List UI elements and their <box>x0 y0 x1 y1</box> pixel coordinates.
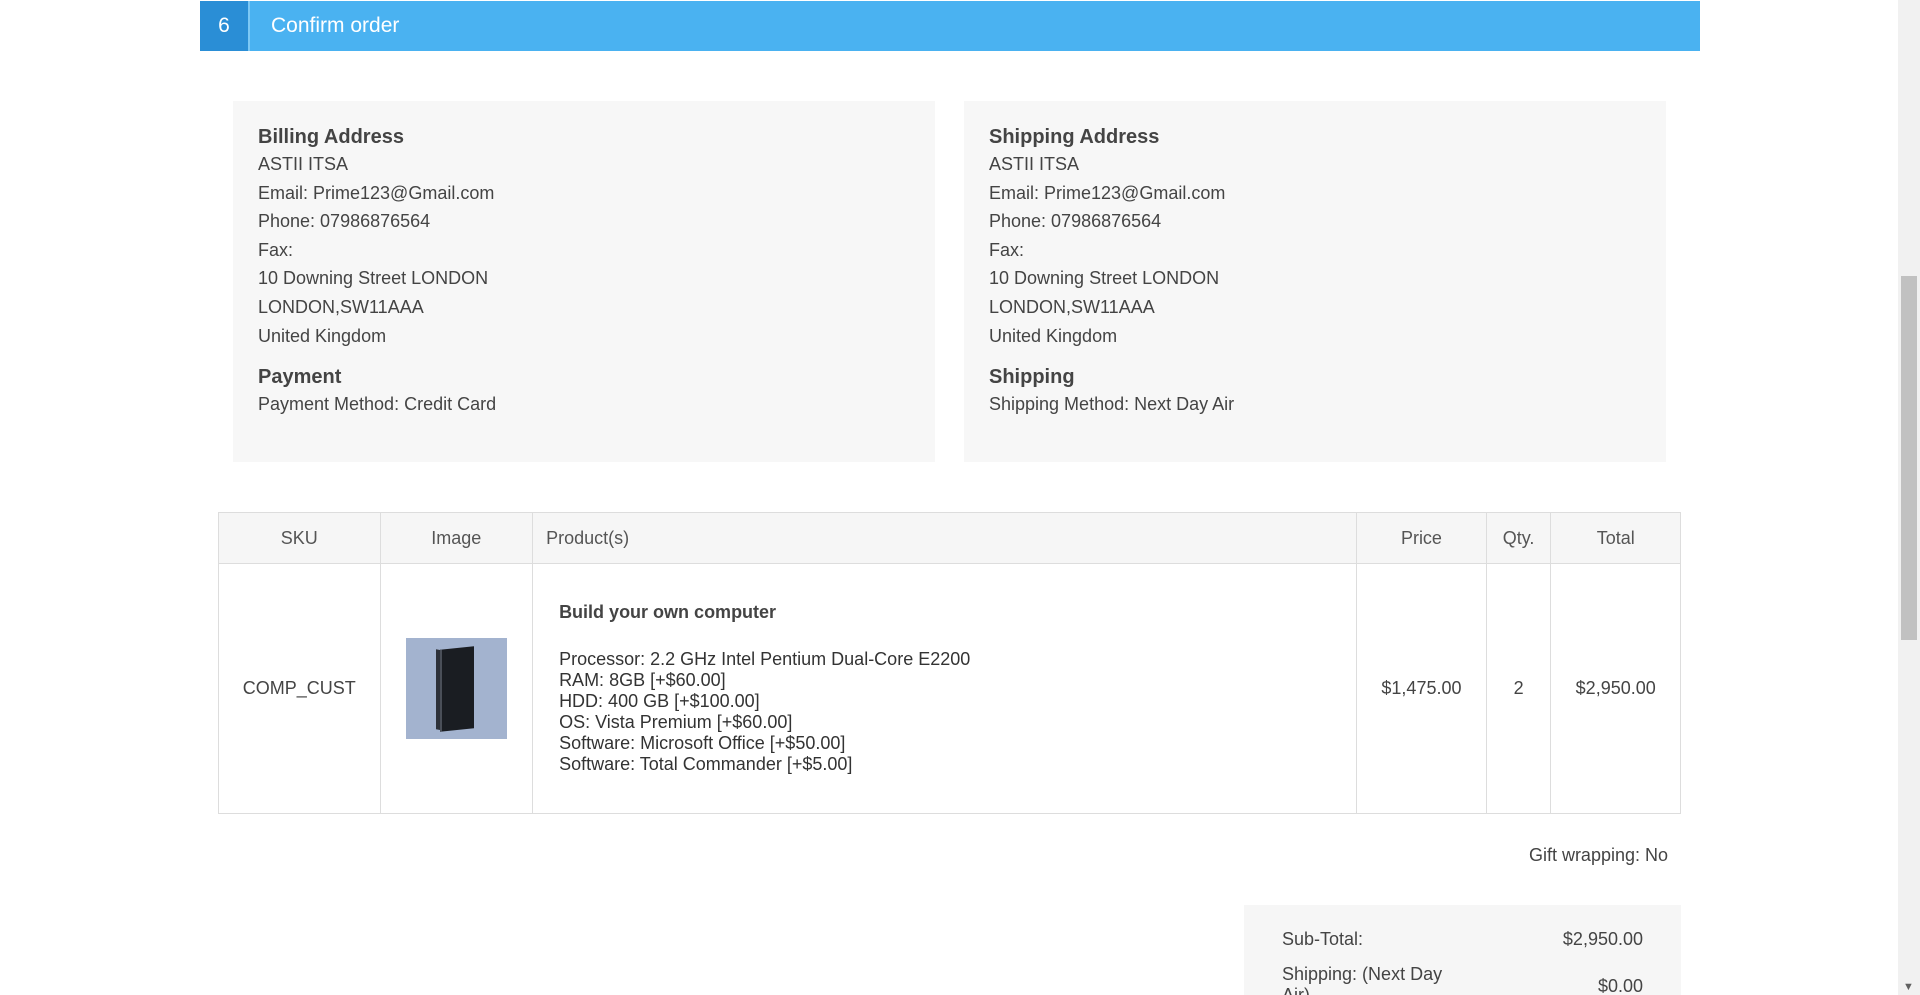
shipping-heading: Shipping <box>989 366 1075 389</box>
billing-name: ASTII ITSA <box>258 154 349 174</box>
shipping-method: Shipping Method: Next Day Air <box>989 394 1235 415</box>
shipping-city: LONDON,SW11AAA <box>989 296 1155 317</box>
shipping-address-heading: Shipping Address <box>989 126 1160 148</box>
billing-city: LONDON,SW11AAA <box>258 296 424 317</box>
item-total: $2,950.00 <box>1550 563 1681 814</box>
item-image-cell <box>379 563 534 814</box>
shipping-street: 10 Downing Street LONDON <box>989 268 1220 289</box>
shipping-info-panel: Shipping Address ASTII ITSA Email: Prime… <box>964 101 1666 462</box>
product-attribute: HDD: 400 GB [+$100.00] <box>559 691 760 711</box>
billing-phone: Phone: 07986876564 <box>258 211 431 232</box>
product-attribute: Software: Total Commander [+$5.00] <box>559 754 853 774</box>
scrollbar-thumb[interactable] <box>1901 276 1917 640</box>
shipping-phone: Phone: 07986876564 <box>989 211 1162 232</box>
sku-column-header: SKU <box>218 512 381 564</box>
page-scrollbar[interactable]: ▼ <box>1898 0 1920 995</box>
shipping-country: United Kingdom <box>989 325 1118 346</box>
shipping-cost-label-line2: Air) <box>1282 985 1310 995</box>
scroll-down-arrow-icon[interactable]: ▼ <box>1903 982 1914 993</box>
product-attribute: RAM: 8GB [+$60.00] <box>559 670 726 690</box>
billing-fax: Fax: <box>258 239 294 260</box>
shipping-cost-value: $0.00 <box>1597 976 1643 995</box>
step-number: 6 <box>200 1 250 51</box>
shipping-cost-label: Shipping: (Next Day Air) <box>1282 964 1643 995</box>
shipping-name: ASTII ITSA <box>989 154 1080 174</box>
billing-email: Email: Prime123@Gmail.com <box>258 182 495 203</box>
table-header-row: SKU Image Product(s) Price Qty. Total <box>218 512 1681 564</box>
checkout-page: 6 Confirm order Billing Address ASTII IT… <box>0 0 1898 995</box>
shipping-fax: Fax: <box>989 239 1025 260</box>
item-sku: COMP_CUST <box>218 563 381 814</box>
order-items-table: SKU Image Product(s) Price Qty. Total CO… <box>218 512 1681 814</box>
billing-address-heading: Billing Address <box>258 126 404 148</box>
computer-tower-image[interactable] <box>405 638 507 739</box>
subtotal-row: Sub-Total: $2,950.00 <box>1282 929 1643 950</box>
product-name-link[interactable]: Build your own computer <box>559 602 1355 623</box>
subtotal-label: Sub-Total: <box>1282 929 1364 949</box>
price-column-header: Price <box>1356 512 1487 564</box>
products-column-header: Product(s) <box>532 512 1358 564</box>
shipping-email: Email: Prime123@Gmail.com <box>989 182 1226 203</box>
confirm-order-step-header[interactable]: 6 Confirm order <box>200 1 1700 51</box>
billing-country: United Kingdom <box>258 325 387 346</box>
item-product-cell: Build your own computer Processor: 2.2 G… <box>532 563 1358 814</box>
table-row: COMP_CUST Build your own computer Proces… <box>218 563 1681 814</box>
shipping-cost-label-line1: Shipping: (Next Day <box>1282 964 1443 984</box>
payment-method: Payment Method: Credit Card <box>258 394 497 415</box>
product-attribute: OS: Vista Premium [+$60.00] <box>559 712 793 732</box>
order-totals-panel: Sub-Total: $2,950.00 Shipping: (Next Day… <box>1244 905 1681 995</box>
tower-front-shape <box>439 646 474 732</box>
billing-street: 10 Downing Street LONDON <box>258 268 489 289</box>
shipping-cost-row: Shipping: (Next Day Air) $0.00 <box>1282 964 1643 995</box>
payment-heading: Payment <box>258 366 342 389</box>
product-attribute: Processor: 2.2 GHz Intel Pentium Dual-Co… <box>559 649 971 669</box>
qty-column-header: Qty. <box>1485 512 1552 564</box>
billing-info-panel: Billing Address ASTII ITSA Email: Prime1… <box>233 101 935 462</box>
step-title: Confirm order <box>271 14 400 37</box>
total-column-header: Total <box>1550 512 1681 564</box>
item-qty: 2 <box>1485 563 1552 814</box>
product-attribute: Software: Microsoft Office [+$50.00] <box>559 733 846 753</box>
subtotal-value: $2,950.00 <box>1562 929 1643 949</box>
image-column-header: Image <box>379 512 534 564</box>
gift-wrapping-info: Gift wrapping: No <box>1528 845 1668 865</box>
item-price: $1,475.00 <box>1356 563 1487 814</box>
